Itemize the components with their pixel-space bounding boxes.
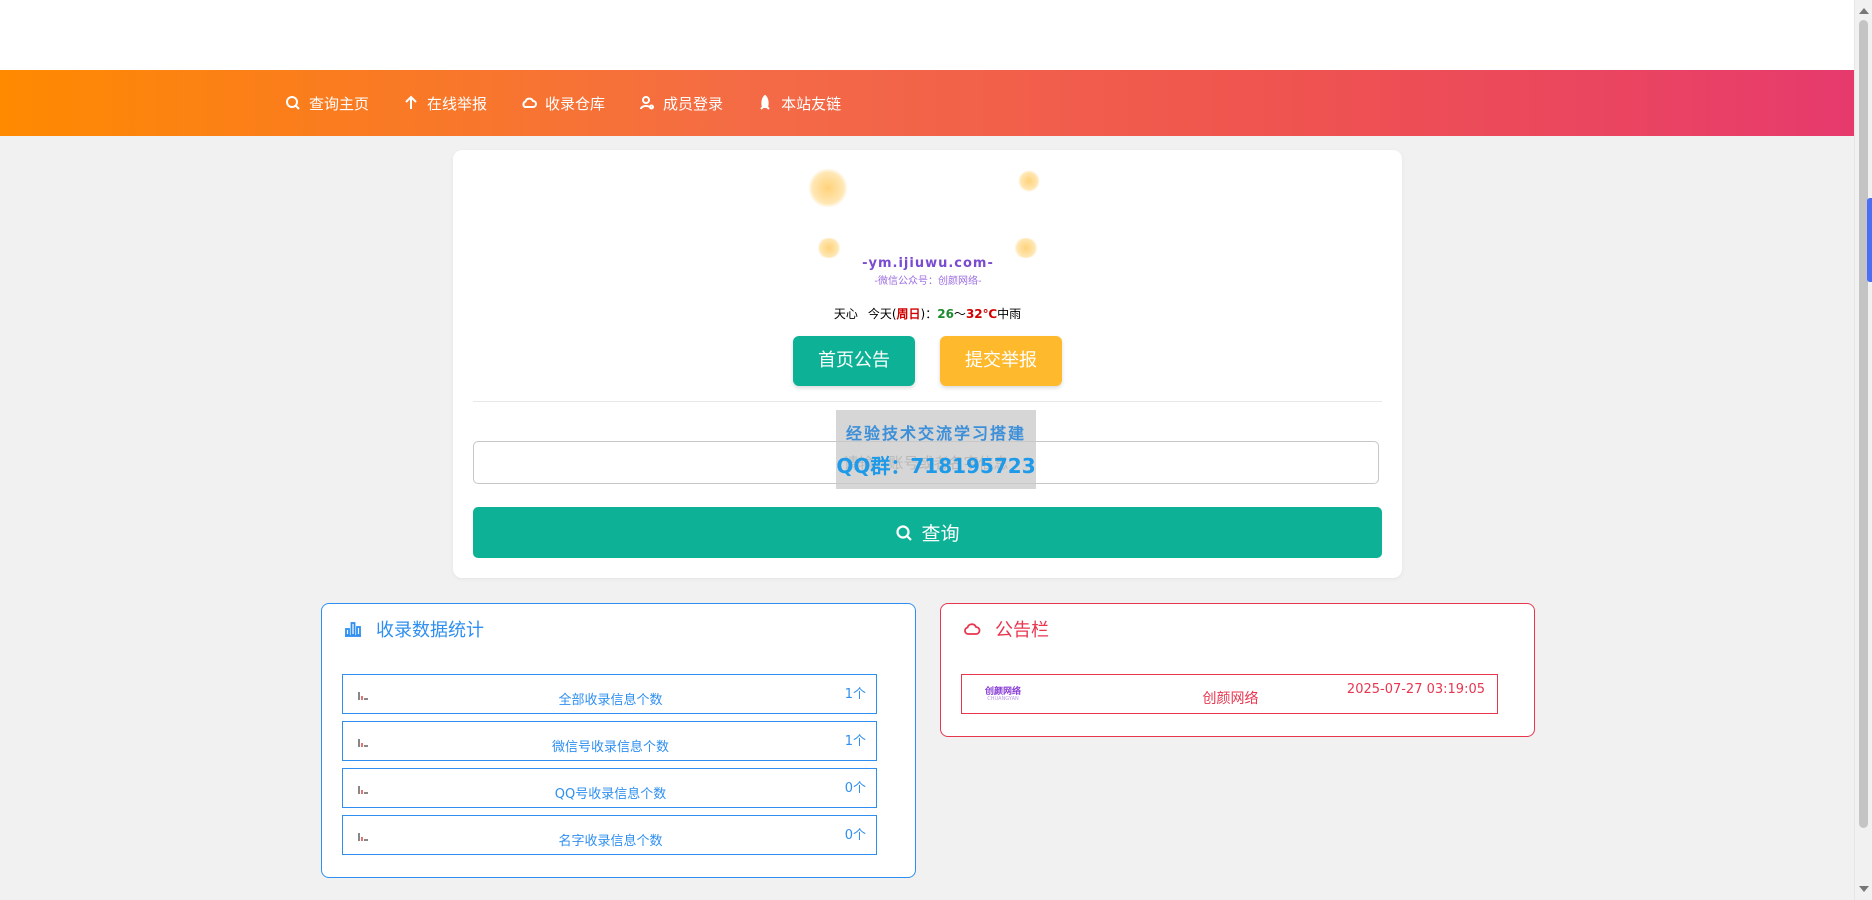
- weather-city: 天心: [833, 307, 858, 321]
- stat-row: 全部收录信息个数 1个: [342, 674, 877, 714]
- stat-count: 0个: [844, 781, 866, 796]
- weather-prefix: 今天(: [867, 307, 897, 321]
- notice-board-title: 公告栏: [995, 620, 1049, 641]
- nav-item-report[interactable]: 在线举报: [403, 93, 487, 114]
- stat-label: 名字收录信息个数: [558, 834, 663, 849]
- search-icon: [286, 96, 300, 110]
- stat-label: QQ号收录信息个数: [554, 787, 667, 802]
- scroll-thumb[interactable]: [1859, 20, 1868, 828]
- stat-count: 1个: [844, 734, 866, 749]
- cloud-icon: [522, 97, 537, 108]
- watermark-line-1: 经验技术交流学习搭建: [845, 424, 1026, 443]
- query-button-label: 查询: [921, 523, 960, 545]
- weather-low-temp: 26: [937, 307, 954, 321]
- weather-widget: 天心 今天(周日)：26～32℃中雨: [453, 305, 1402, 322]
- query-button[interactable]: 查询: [473, 507, 1382, 558]
- weather-sep: ～: [953, 307, 966, 321]
- nav-items: 查询主页 在线举报 收录仓库 成员登录 本站友链: [285, 70, 841, 136]
- nav-item-home[interactable]: 查询主页: [285, 93, 369, 114]
- nav-item-label: 收录仓库: [545, 94, 606, 113]
- stats-panel-header: 收录数据统计: [344, 616, 484, 642]
- top-blank-bar: [0, 0, 1855, 70]
- logo-sun-decoration: [808, 168, 848, 208]
- stats-panel: 收录数据统计 全部收录信息个数 1个 微信号收录信息个数 1个 QQ号收录信息个…: [321, 603, 916, 878]
- stat-count: 0个: [844, 828, 866, 843]
- stat-label: 微信号收录信息个数: [551, 740, 669, 755]
- nav-item-label: 本站友链: [781, 94, 842, 113]
- logo-sun-decoration: [1018, 170, 1040, 192]
- logo-sun-decoration: [1013, 238, 1039, 258]
- nav-item-label: 成员登录: [663, 94, 724, 113]
- notice-date: 2025-07-27 03:19:05: [1346, 682, 1485, 697]
- home-notice-button[interactable]: 首页公告: [793, 336, 915, 386]
- logo-subtitle: -微信公众号：创颜网络-: [874, 276, 982, 287]
- scroll-down-arrow-icon[interactable]: [1859, 886, 1869, 892]
- stat-count: 1个: [844, 687, 866, 702]
- logo-url-text: -ym.ijiuwu.com-: [862, 256, 994, 271]
- site-logo: -ym.ijiuwu.com- -微信公众号：创颜网络-: [808, 168, 1048, 287]
- nav-item-login[interactable]: 成员登录: [639, 93, 723, 114]
- stat-row: QQ号收录信息个数 0个: [342, 768, 877, 808]
- logo-sun-decoration: [816, 238, 842, 258]
- stats-panel-title: 收录数据统计: [376, 620, 484, 641]
- weather-day: 周日: [896, 307, 921, 321]
- watermark-line-2: QQ群：718195723: [836, 454, 1036, 478]
- divider: [473, 401, 1382, 402]
- nav-item-repository[interactable]: 收录仓库: [521, 93, 605, 114]
- side-float-tab[interactable]: [1867, 198, 1872, 282]
- notice-item[interactable]: 创颜网络 CHUANGYAN 创颜网络 2025-07-27 03:19:05: [961, 674, 1498, 714]
- nav-item-label: 查询主页: [309, 94, 370, 113]
- main-nav: 查询主页 在线举报 收录仓库 成员登录 本站友链: [0, 70, 1855, 136]
- stat-row: 微信号收录信息个数 1个: [342, 721, 877, 761]
- nav-item-links[interactable]: 本站友链: [757, 93, 841, 114]
- stat-row: 名字收录信息个数 0个: [342, 815, 877, 855]
- weather-high-temp: 32℃: [965, 307, 998, 321]
- stat-label: 全部收录信息个数: [558, 693, 663, 708]
- watermark-overlay: 经验技术交流学习搭建 QQ群：718195723: [836, 410, 1036, 489]
- bar-chart-icon: [345, 622, 361, 637]
- cloud-icon: [964, 623, 981, 635]
- page-scrollbar[interactable]: [1854, 0, 1872, 900]
- nav-item-label: 在线举报: [427, 94, 488, 113]
- scroll-up-arrow-icon[interactable]: [1859, 8, 1869, 14]
- weather-suffix: )：: [920, 307, 938, 321]
- search-card: -ym.ijiuwu.com- -微信公众号：创颜网络- 天心 今天(周日)：26…: [453, 150, 1402, 578]
- user-icon: [640, 96, 655, 110]
- rocket-icon: [760, 95, 770, 110]
- notice-board-panel: 公告栏 创颜网络 CHUANGYAN 创颜网络 2025-07-27 03:19…: [940, 603, 1535, 737]
- search-icon: [896, 524, 913, 541]
- submit-report-button[interactable]: 提交举报: [940, 336, 1062, 386]
- weather-condition: 中雨: [997, 307, 1022, 321]
- notice-board-header: 公告栏: [963, 616, 1049, 642]
- arrow-up-icon: [405, 95, 417, 109]
